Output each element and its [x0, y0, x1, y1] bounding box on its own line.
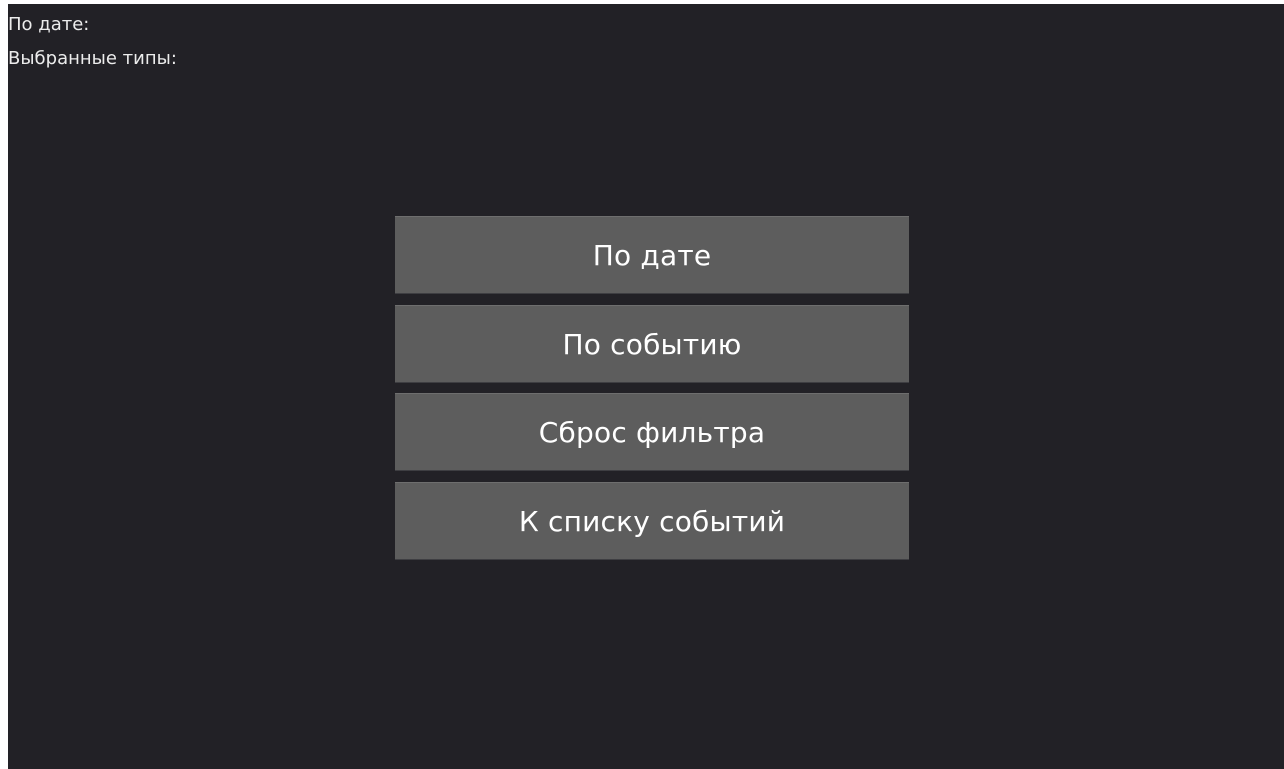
filter-by-event-label: По событию [562, 327, 742, 361]
filter-by-event-button[interactable]: По событию [395, 305, 909, 383]
back-to-event-list-button[interactable]: К списку событий [395, 482, 909, 560]
date-filter-status: По дате: [8, 14, 90, 35]
selected-types-status: Выбранные типы: [8, 48, 177, 69]
filter-by-date-button[interactable]: По дате [395, 216, 909, 294]
reset-filter-label: Сброс фильтра [538, 415, 766, 449]
reset-filter-button[interactable]: Сброс фильтра [395, 393, 909, 471]
filter-by-date-label: По дате [592, 238, 712, 272]
back-to-event-list-label: К списку событий [518, 504, 786, 538]
filter-screen: По дате: Выбранные типы: По дате По собы… [8, 4, 1284, 769]
